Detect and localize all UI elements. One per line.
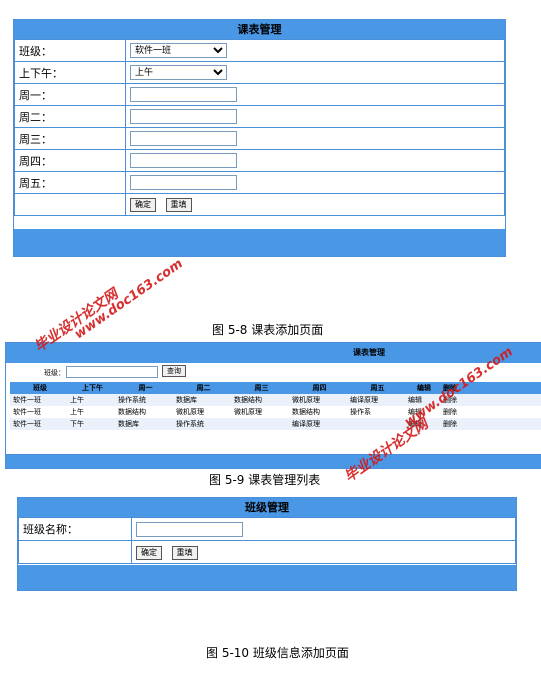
class-add-form: 班级管理 班级名称： 确定 重填 [17, 497, 517, 591]
form-title: 班级管理 [18, 498, 516, 517]
form-title: 课表管理 [14, 20, 505, 39]
friday-cell [125, 171, 505, 194]
cell-class: 软件一班 [10, 418, 67, 430]
col-header-period: 上下午 [67, 382, 115, 394]
cell-thu: 微机原理 [289, 394, 347, 406]
col-header-mon: 周一 [115, 382, 173, 394]
cell-class: 软件一班 [10, 394, 67, 406]
table-row: 软件一班 下午 数据库 操作系统 编译原理 编辑 删除 [10, 418, 541, 430]
cell-class: 软件一班 [13, 408, 41, 416]
class-cell: 软件一班 [125, 39, 505, 62]
class-name-label: 班级名称： [18, 517, 132, 541]
actions-cell: 确定 重填 [131, 540, 516, 564]
cell-thu: 编译原理 [289, 418, 347, 430]
confirm-button[interactable]: 确定 [130, 198, 156, 212]
form-row-period: 上下午： 上午 [14, 61, 505, 84]
course-schedule-add-form: 课表管理 班级： 软件一班 上下午： 上午 周一： 周二： 周三： 周四： 周五… [13, 19, 506, 257]
col-header-tue: 周二 [173, 382, 231, 394]
list-title-bar: 课表管理 [6, 343, 541, 363]
monday-label: 周一： [14, 83, 126, 106]
cell-thu: 数据结构 [292, 408, 320, 416]
tuesday-label: 周二： [14, 105, 126, 128]
cell-wed: 数据结构 [231, 394, 289, 406]
form-row-monday: 周一： [14, 83, 505, 106]
cell-fri: 编译原理 [347, 394, 405, 406]
cell-period: 上午 [70, 408, 84, 416]
class-name-input[interactable] [136, 521, 243, 537]
query-button[interactable]: 查询 [162, 365, 186, 377]
tuesday-input[interactable] [130, 109, 237, 124]
figure-caption: 图 5-10 班级信息添加页面 [206, 646, 349, 660]
period-select[interactable]: 上午 [130, 65, 227, 81]
actions-cell: 确定 重填 [125, 193, 505, 216]
confirm-button[interactable]: 确定 [136, 545, 162, 560]
period-cell: 上午 [125, 61, 505, 84]
class-label: 班级： [14, 39, 126, 62]
cell-tue: 数据库 [173, 394, 231, 406]
list-footer-bar [6, 455, 541, 468]
monday-cell [125, 83, 505, 106]
wednesday-label: 周三： [14, 127, 126, 150]
col-header-thu: 周四 [289, 382, 347, 394]
friday-label: 周五： [14, 171, 126, 194]
cell-tue: 操作系统 [173, 418, 231, 430]
thursday-cell [125, 149, 505, 172]
figure-caption: 图 5-9 课表管理列表 [209, 473, 321, 487]
form-table: 班级： 软件一班 上下午： 上午 周一： 周二： 周三： 周四： 周五： 确定 … [14, 39, 505, 216]
cell-wed [231, 418, 289, 430]
cell-fri: 操作系 [350, 408, 371, 416]
class-name-cell [131, 517, 516, 541]
form-row-class-name: 班级名称： [18, 517, 516, 541]
form-row-class: 班级： 软件一班 [14, 39, 505, 62]
tuesday-cell [125, 105, 505, 128]
table-row: 软件一班 上午 操作系统 数据库 数据结构 微机原理 编译原理 编辑 删除 [10, 394, 541, 406]
course-schedule-list: 课表管理 班级： 查询 班级 上下午 周一 周二 周三 周四 周五 编辑 删除 … [5, 342, 541, 469]
class-select[interactable]: 软件一班 [130, 43, 227, 59]
friday-input[interactable] [130, 175, 237, 190]
form-row-actions: 确定 重填 [14, 193, 505, 216]
cell-mon: 数据库 [115, 418, 173, 430]
period-label: 上下午： [14, 61, 126, 84]
cell-mon: 操作系统 [115, 394, 173, 406]
form-row-thursday: 周四： [14, 149, 505, 172]
cell-period: 下午 [67, 418, 115, 430]
thursday-input[interactable] [130, 153, 237, 168]
search-class-input[interactable] [66, 366, 158, 378]
col-header-wed: 周三 [231, 382, 289, 394]
cell-tue: 微机原理 [176, 408, 204, 416]
wednesday-input[interactable] [130, 131, 237, 146]
actions-empty-cell [14, 193, 126, 216]
wednesday-cell [125, 127, 505, 150]
monday-input[interactable] [130, 87, 237, 102]
cell-period: 上午 [67, 394, 115, 406]
form-row-wednesday: 周三： [14, 127, 505, 150]
form-row-tuesday: 周二： [14, 105, 505, 128]
delete-link[interactable]: 删除 [440, 406, 541, 418]
class-form-table: 班级名称： 确定 重填 [18, 517, 516, 564]
delete-link[interactable]: 删除 [440, 418, 541, 430]
form-footer-bar [18, 565, 516, 590]
cell-wed: 微机原理 [234, 408, 262, 416]
form-row-friday: 周五： [14, 171, 505, 194]
cell-fri [347, 418, 405, 430]
col-header-edit: 编辑 [405, 382, 440, 394]
actions-empty-cell [18, 540, 132, 564]
table-row: 软件一班 上午 数据结构 微机原理 微机原理 数据结构 操作系 编辑 删除 [10, 406, 541, 418]
form-footer-bar [14, 229, 505, 256]
search-class-label: 班级： [44, 369, 65, 377]
col-header-class: 班级 [10, 382, 67, 394]
list-title: 课表管理 [353, 348, 385, 357]
figure-caption: 图 5-8 课表添加页面 [212, 323, 324, 337]
thursday-label: 周四： [14, 149, 126, 172]
col-header-fri: 周五 [347, 382, 405, 394]
cell-mon: 数据结构 [118, 408, 146, 416]
form-row-actions: 确定 重填 [18, 540, 516, 564]
reset-button[interactable]: 重填 [165, 198, 192, 212]
reset-button[interactable]: 重填 [171, 545, 198, 560]
